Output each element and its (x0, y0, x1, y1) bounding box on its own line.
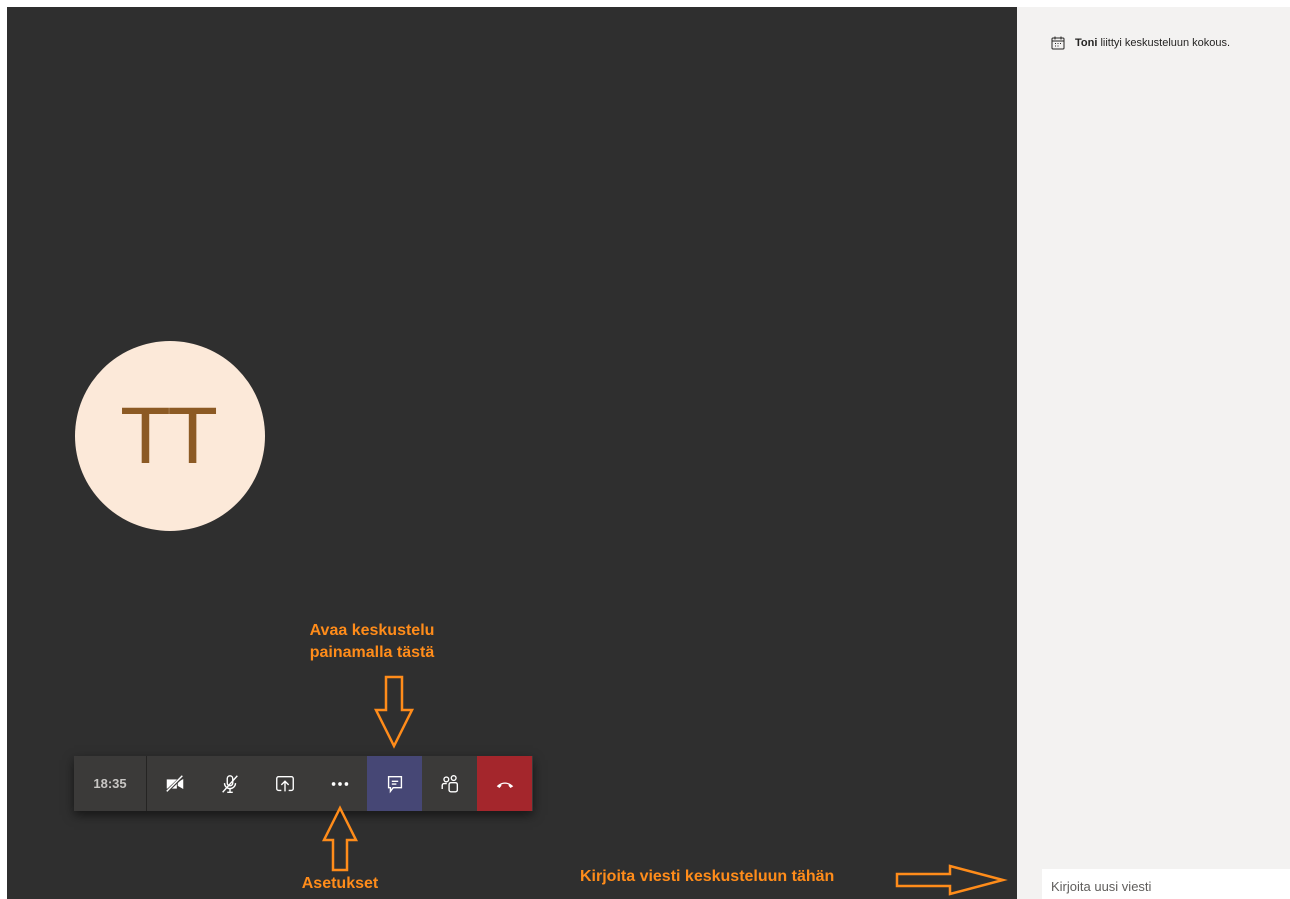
people-icon (441, 774, 458, 792)
annotation-write-message: Kirjoita viesti keskusteluun tähän (580, 868, 835, 885)
phone-hangup-icon (496, 782, 513, 788)
message-text: liittyi keskusteluun kokous. (1097, 37, 1231, 49)
meeting-stage: TT 18:35 (7, 7, 1017, 899)
annotation-open-chat: Avaa keskustelu painamalla tästä (282, 620, 462, 664)
avatar-initials: TT (122, 391, 218, 481)
calendar-icon (1051, 36, 1065, 50)
mic-toggle-button[interactable] (202, 756, 257, 811)
hang-up-button[interactable] (477, 756, 532, 811)
call-duration: 18:35 (74, 756, 147, 811)
call-controls-bar: 18:35 (74, 756, 533, 811)
show-participants-button[interactable] (422, 756, 477, 811)
meeting-chat-panel: Toni liittyi keskusteluun kokous. (1017, 7, 1290, 899)
mic-off-icon (221, 774, 238, 793)
chat-system-message: Toni liittyi keskusteluun kokous. (1050, 35, 1230, 51)
annotation-open-chat-line1: Avaa keskustelu (309, 622, 435, 639)
participant-avatar: TT (75, 341, 265, 531)
annotation-open-chat-line2: painamalla tästä (309, 644, 435, 661)
annotation-settings: Asetukset (301, 875, 379, 892)
chat-icon (387, 775, 402, 793)
show-chat-button[interactable] (367, 756, 422, 811)
video-off-icon (164, 774, 184, 793)
more-icon (331, 781, 348, 786)
compose-box[interactable] (1042, 869, 1290, 899)
share-screen-icon (275, 775, 294, 791)
message-sender: Toni (1075, 37, 1098, 49)
more-actions-button[interactable] (312, 756, 367, 811)
camera-toggle-button[interactable] (147, 756, 202, 811)
compose-input[interactable] (1042, 869, 1290, 899)
share-screen-button[interactable] (257, 756, 312, 811)
